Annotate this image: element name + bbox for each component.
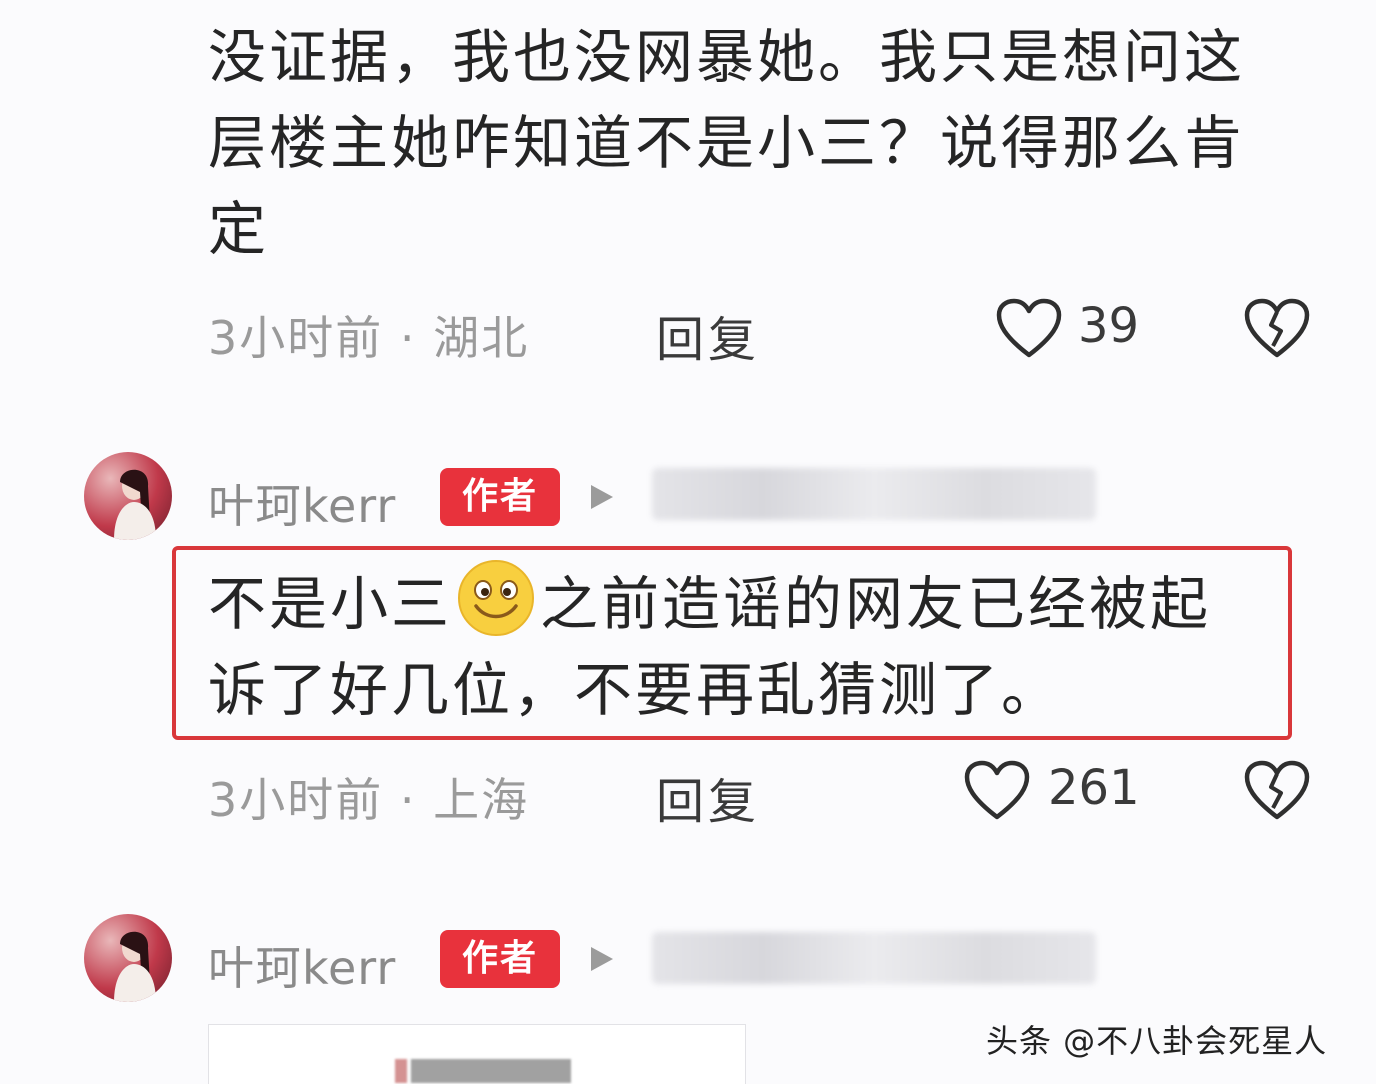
comment-2-text: 不是小三 之前造谣的网友已经被起 诉了好几位，不要再乱猜测了。 — [208, 558, 1288, 733]
comment-2-like-button[interactable]: 261 — [964, 758, 1154, 828]
avatar[interactable] — [84, 914, 172, 1002]
comment-3-author-badge: 作者 — [440, 930, 560, 988]
comment-2-line-1: 不是小三 之前造谣的网友已经被起 — [208, 558, 1288, 647]
comment-2-line-1-end: 之前造谣的网友已经被起 — [540, 570, 1212, 638]
comment-1-text: 没证据，我也没网暴她。我只是想问这 层楼主她咋知道不是小三？说得那么肯 定 — [208, 14, 1348, 272]
avatar[interactable] — [84, 452, 172, 540]
blurred-reply-target — [652, 468, 1096, 520]
comment-2-line-2: 诉了好几位，不要再乱猜测了。 — [208, 656, 1063, 724]
comment-1-line-3: 定 — [208, 195, 270, 263]
play-triangle-icon — [591, 485, 613, 509]
comment-1-like-button[interactable]: 39 — [996, 296, 1156, 366]
broken-heart-icon[interactable] — [1244, 760, 1310, 822]
play-triangle-icon — [591, 947, 613, 971]
comment-2-reply-button[interactable]: 回复 — [656, 762, 760, 832]
comment-2-like-count: 261 — [1048, 760, 1140, 816]
avatar-image — [114, 931, 156, 1002]
comment-2-line-1-start: 不是小三 — [208, 570, 453, 638]
heart-icon — [996, 298, 1062, 358]
comment-2-meta: 3小时前 · 上海 — [208, 773, 530, 827]
comment-3-username[interactable]: 叶珂kerr — [208, 932, 396, 998]
comment-2-author-badge: 作者 — [440, 468, 560, 526]
avatar-image — [114, 469, 156, 540]
comment-1-line-2: 层楼主她咋知道不是小三？说得那么肯 — [208, 109, 1246, 177]
comment-1-line-1: 没证据，我也没网暴她。我只是想问这 — [208, 23, 1246, 91]
comment-1-reply-button[interactable]: 回复 — [656, 300, 760, 370]
heart-icon — [964, 760, 1030, 820]
blurred-reply-target — [652, 932, 1096, 984]
comment-1-like-count: 39 — [1078, 298, 1140, 354]
watermark: 头条 @不八卦会死星人 — [986, 1022, 1328, 1060]
attachment-thumbnail-strip — [395, 1059, 571, 1083]
comment-2-username[interactable]: 叶珂kerr — [208, 470, 396, 536]
smile-emoji-icon — [458, 560, 535, 636]
image-attachment[interactable] — [208, 1024, 746, 1084]
comment-1-meta: 3小时前 · 湖北 — [208, 311, 530, 365]
broken-heart-icon[interactable] — [1244, 298, 1310, 360]
